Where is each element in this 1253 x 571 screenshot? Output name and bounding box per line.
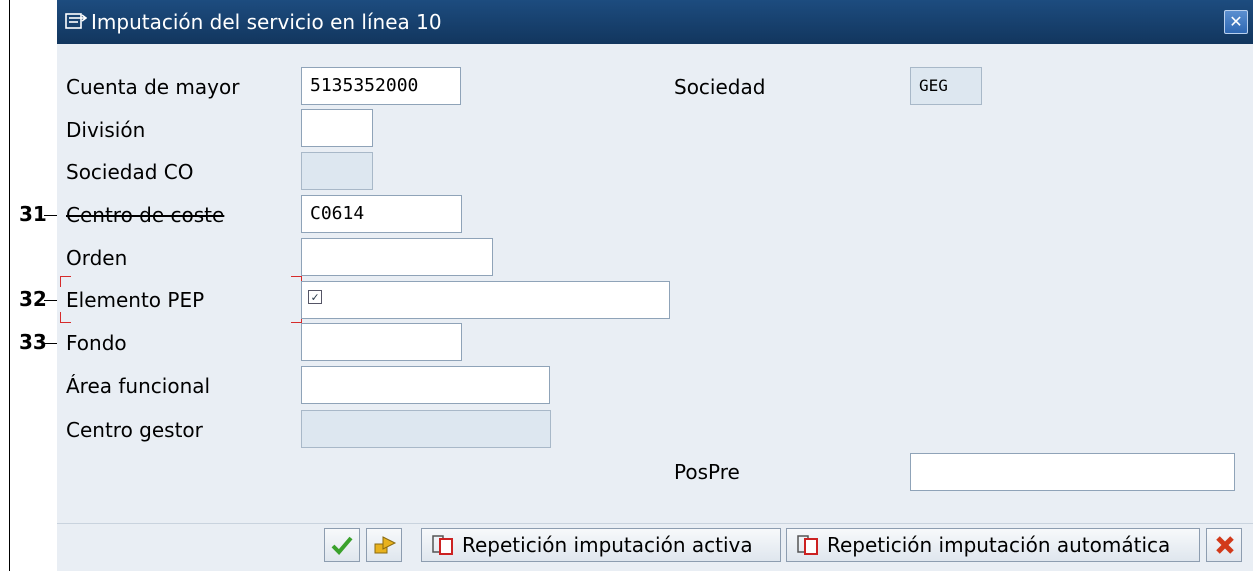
callout-32: 32 [19, 287, 47, 311]
centro-gestor-label: Centro gestor [66, 418, 203, 442]
orden-label: Orden [66, 246, 128, 270]
centro-coste-input[interactable]: C0614 [301, 195, 462, 233]
repeticion-automatica-button[interactable]: Repetición imputación automática [786, 528, 1200, 562]
focus-marker [60, 276, 302, 323]
cancel-button[interactable] [1206, 528, 1242, 562]
dialog-title: Imputación del servicio en línea 10 [91, 10, 442, 34]
callout-31: 31 [19, 202, 47, 226]
fondo-input[interactable] [301, 323, 462, 361]
checkmark-icon [331, 536, 353, 555]
repeticion-automatica-label: Repetición imputación automática [827, 533, 1171, 557]
cancel-x-icon [1216, 536, 1234, 554]
elemento-pep-input[interactable]: ✓ [301, 281, 670, 319]
centro-gestor-input [301, 410, 551, 448]
copy-icon [797, 535, 818, 555]
callout-33: 33 [19, 330, 47, 354]
division-label: División [66, 118, 146, 142]
confirm-button[interactable] [324, 528, 360, 562]
next-arrow-icon [374, 536, 397, 554]
footer-separator [57, 523, 1253, 524]
dialog-titlebar: Imputación del servicio en línea 10 ✕ [57, 0, 1253, 44]
division-input[interactable] [301, 109, 373, 147]
area-funcional-input[interactable] [301, 366, 550, 404]
sociedad-co-input [301, 152, 373, 190]
sociedad-input: GEG [910, 67, 982, 105]
dialog-icon [65, 13, 87, 29]
centro-coste-label: Centro de coste [66, 203, 225, 227]
repeticion-activa-button[interactable]: Repetición imputación activa [421, 528, 781, 562]
orden-input[interactable] [301, 238, 493, 276]
pospre-input[interactable] [910, 453, 1235, 491]
sociedad-co-label: Sociedad CO [66, 160, 194, 184]
fondo-label: Fondo [66, 331, 127, 355]
copy-icon [432, 535, 453, 555]
pospre-label: PosPre [674, 460, 740, 484]
cuenta-mayor-label: Cuenta de mayor [66, 75, 240, 99]
left-border [9, 0, 10, 571]
close-button[interactable]: ✕ [1224, 10, 1248, 34]
area-funcional-label: Área funcional [66, 374, 211, 398]
close-icon: ✕ [1229, 12, 1243, 31]
next-button[interactable] [366, 528, 402, 562]
repeticion-activa-label: Repetición imputación activa [462, 533, 753, 557]
sociedad-label: Sociedad [674, 75, 766, 99]
cuenta-mayor-input[interactable]: 5135352000 [301, 67, 461, 105]
search-help-icon[interactable]: ✓ [308, 290, 322, 304]
